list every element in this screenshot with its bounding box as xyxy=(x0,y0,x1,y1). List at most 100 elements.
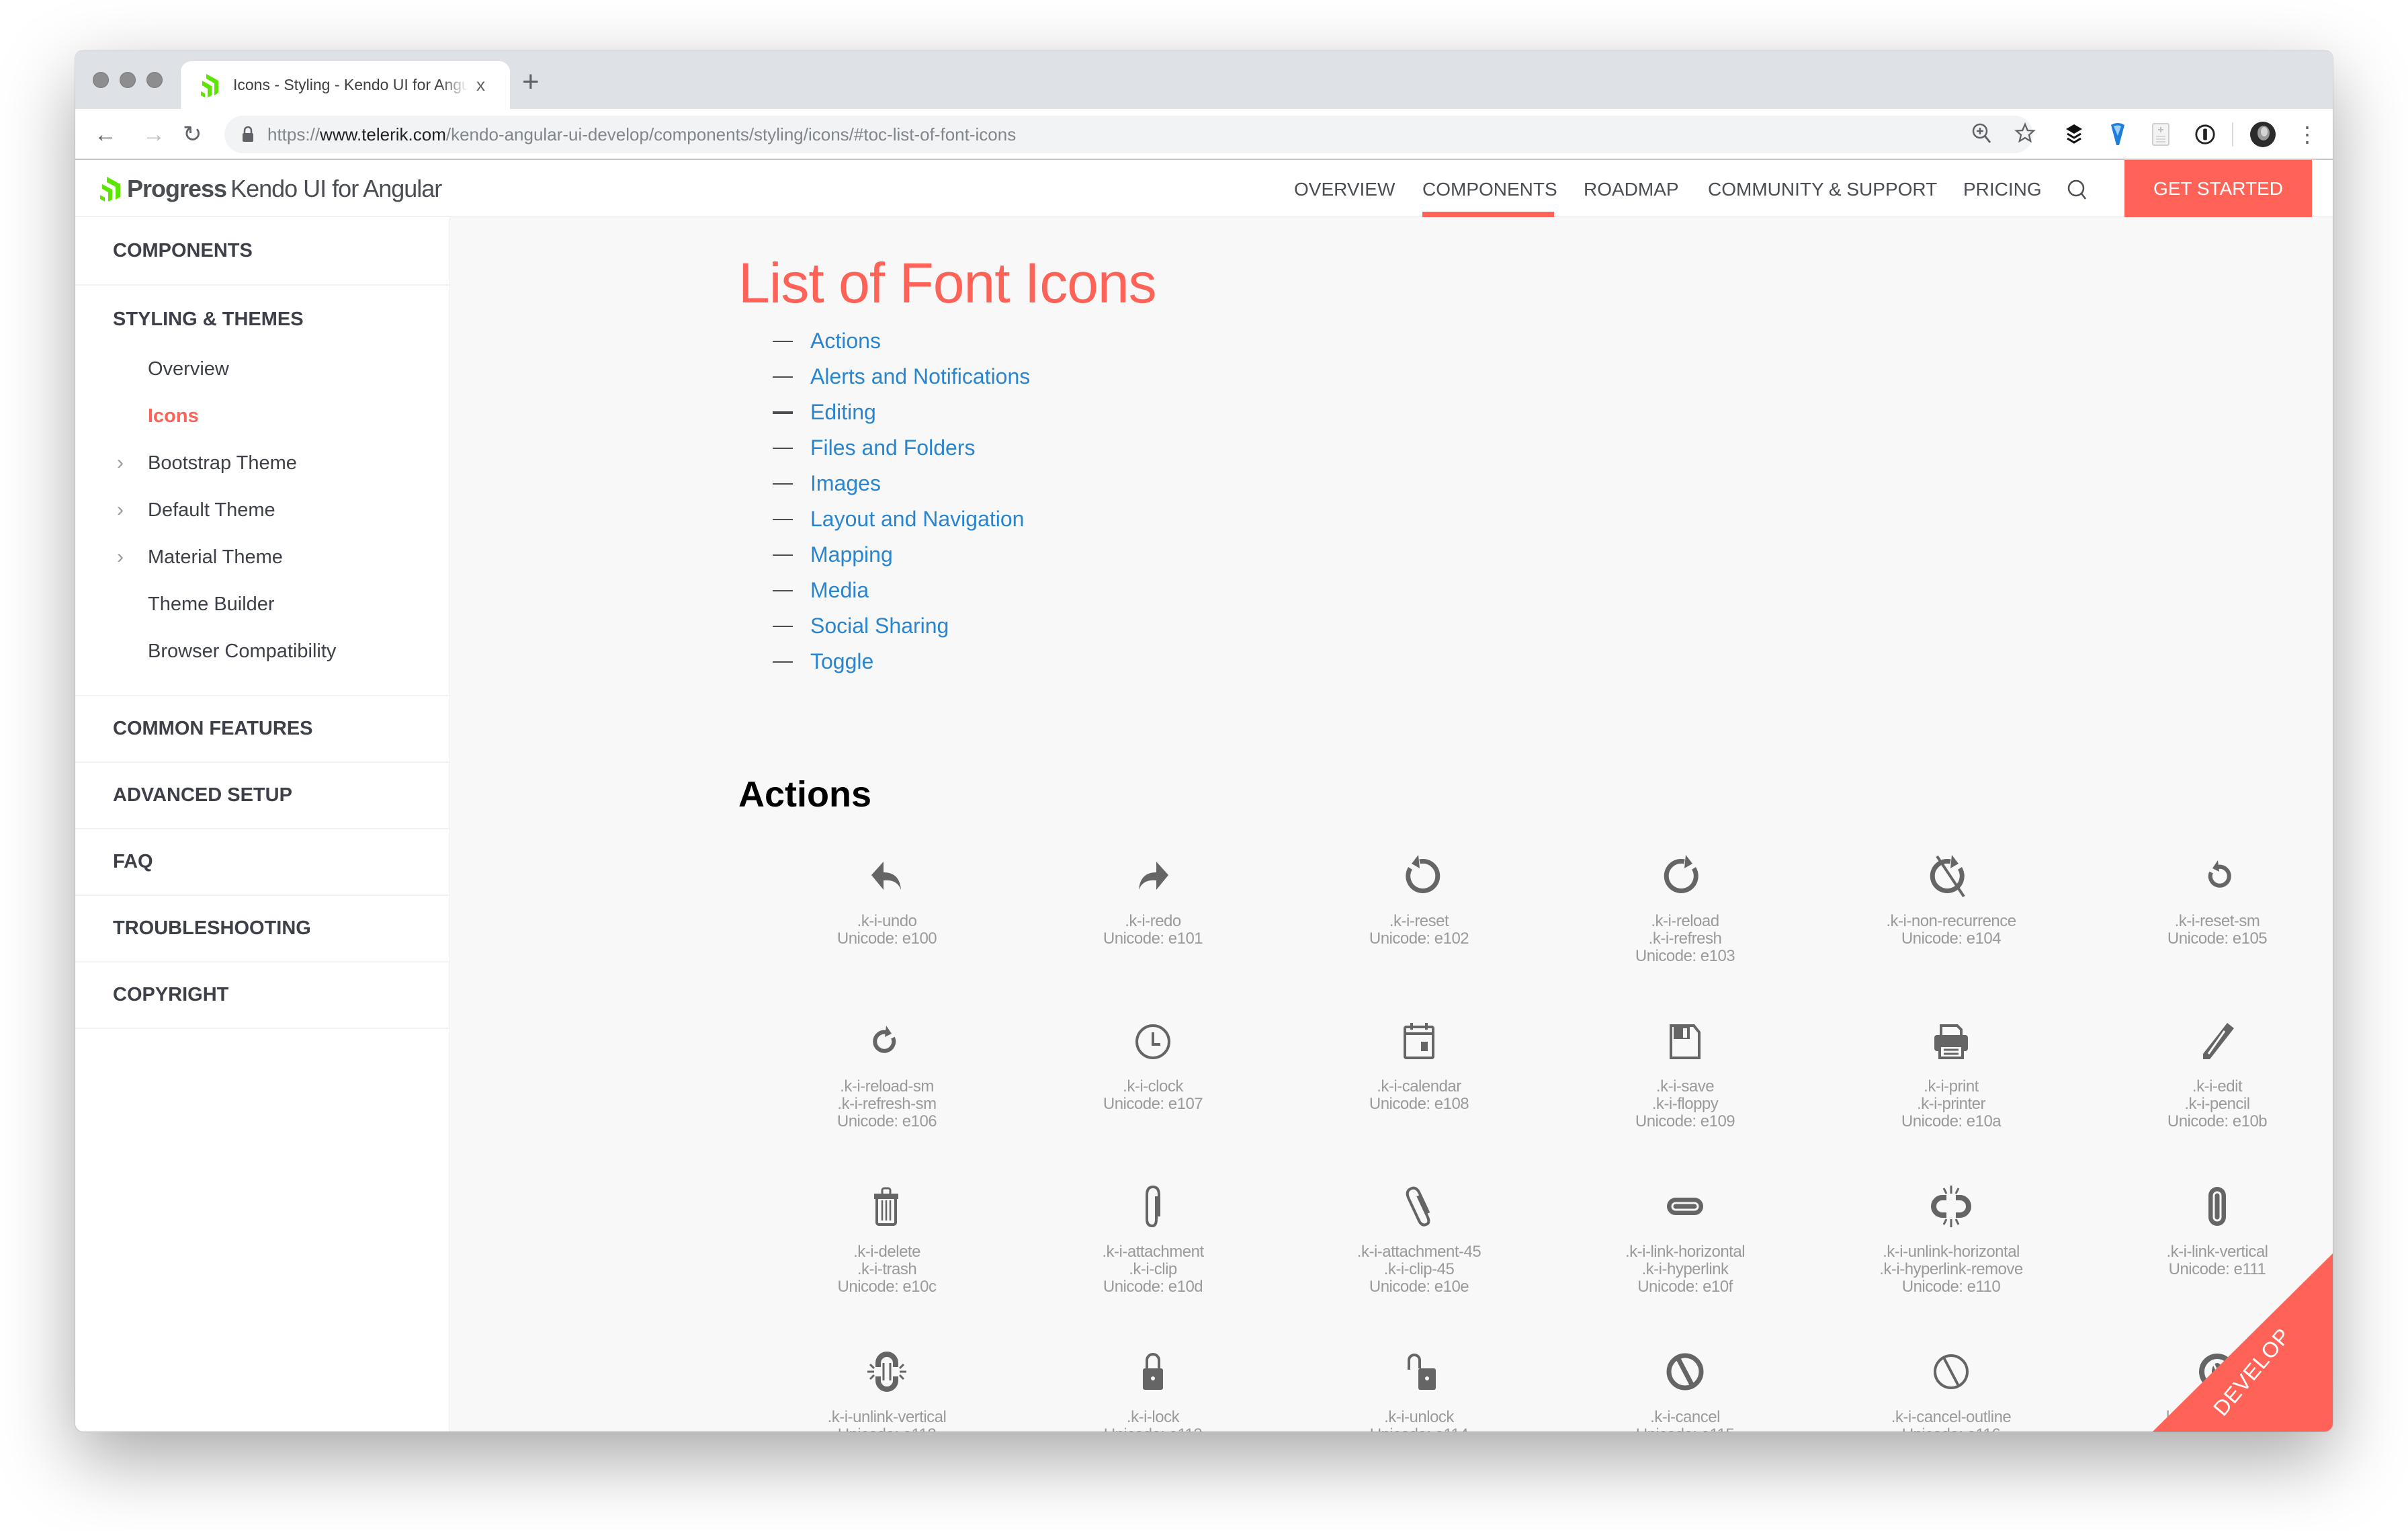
icon-label: .k-i-delete .k-i-trash Unicode: e10c xyxy=(838,1243,937,1296)
icon-cell-save[interactable]: .k-i-save .k-i-floppy Unicode: e109 xyxy=(1552,1018,1818,1183)
icon-cell-unlink-vertical[interactable]: .k-i-unlink-verticalUnicode: e112 xyxy=(754,1348,1020,1432)
toc-link[interactable]: Editing xyxy=(810,400,876,425)
cancel-outline-icon xyxy=(1934,1354,1969,1389)
icon-class-name: .k-i-unlink-vertical xyxy=(827,1408,947,1426)
toc-link[interactable]: Files and Folders xyxy=(810,436,975,460)
toc-link[interactable]: Images xyxy=(810,471,881,496)
icon-label: .k-i-reload .k-i-refresh Unicode: e103 xyxy=(1635,913,1735,965)
icon-cell-attachment-45[interactable]: .k-i-attachment-45 .k-i-clip-45 Unicode: e… xyxy=(1286,1183,1552,1348)
sidebar: COMPONENTS STYLING & THEMES Overview Ico… xyxy=(75,217,450,1432)
back-arrow-icon[interactable]: ← xyxy=(94,121,117,148)
attachment-45-icon xyxy=(1406,1186,1430,1227)
sidebar-item-theme-builder[interactable]: Theme Builder xyxy=(75,581,449,628)
icon-cell-reset[interactable]: .k-i-reset Unicode: e102 xyxy=(1286,852,1552,1018)
toc-item: Toggle xyxy=(773,644,1030,679)
toc-link[interactable]: Layout and Navigation xyxy=(810,507,1024,532)
sidebar-item-label: Browser Compatibility xyxy=(148,640,337,662)
address-bar[interactable]: https://www.telerik.com/kendo-angular-ui… xyxy=(224,116,2036,153)
reset-sm-icon xyxy=(2208,860,2231,888)
icon-cell-edit[interactable]: .k-i-edit .k-i-pencil Unicode: e10b xyxy=(2084,1018,2333,1183)
icon-cell-reload-sm[interactable]: .k-i-reload-sm .k-i-refresh-sm Unicode: e1… xyxy=(754,1018,1020,1183)
icon-cell-link-horizontal[interactable]: .k-i-link-horizontal .k-i-hyperlink Unicod… xyxy=(1552,1183,1818,1348)
toc-link[interactable]: Media xyxy=(810,578,869,603)
icon-cell-redo[interactable]: .k-i-redo Unicode: e101 xyxy=(1020,852,1286,1018)
icon-cell-print[interactable]: .k-i-print .k-i-printer Unicode: e10a xyxy=(1818,1018,2084,1183)
topnav-community-support[interactable]: COMMUNITY & SUPPORT xyxy=(1708,179,1937,200)
icon-cell-clock[interactable]: .k-i-clock Unicode: e107 xyxy=(1020,1018,1286,1183)
document-extension-icon[interactable] xyxy=(2147,121,2174,148)
toc-item: Alerts and Notifications xyxy=(773,359,1030,395)
toc-item: Actions xyxy=(773,323,1030,359)
icon-cell-lock[interactable]: .k-i-lockUnicode: e113 xyxy=(1020,1348,1286,1432)
1password-extension-icon[interactable] xyxy=(2192,121,2219,148)
active-nav-indicator xyxy=(1422,212,1554,217)
sidebar-item-default-theme[interactable]: › Default Theme xyxy=(75,487,449,534)
profile-avatar[interactable] xyxy=(2249,121,2276,148)
toc-link[interactable]: Social Sharing xyxy=(810,614,949,638)
maximize-window-button[interactable] xyxy=(146,72,163,88)
icon-cell-undo[interactable]: .k-i-undo Unicode: e100 xyxy=(754,852,1020,1018)
icon-cell-delete[interactable]: .k-i-delete .k-i-trash Unicode: e10c xyxy=(754,1183,1020,1348)
minimize-window-button[interactable] xyxy=(120,72,136,88)
icon-cell-reload[interactable]: .k-i-reload .k-i-refresh Unicode: e103 xyxy=(1552,852,1818,1018)
icon-cell-unlink-horizontal[interactable]: .k-i-unlink-horizontal .k-i-hyperlink-rem… xyxy=(1818,1183,2084,1348)
icon-cell-calendar[interactable]: .k-i-calendar Unicode: e108 xyxy=(1286,1018,1552,1183)
zoom-icon[interactable] xyxy=(1971,122,1991,145)
chevron-right-icon[interactable]: › xyxy=(117,440,124,487)
sidebar-item-components[interactable]: COMPONENTS xyxy=(75,240,253,262)
icon-cell-cancel[interactable]: .k-i-cancelUnicode: e115 xyxy=(1552,1348,1818,1432)
sidebar-item-common-features[interactable]: COMMON FEATURES xyxy=(75,718,313,740)
get-started-button[interactable]: GET STARTED xyxy=(2124,160,2312,217)
toc-link[interactable]: Alerts and Notifications xyxy=(810,364,1030,389)
tab-close-icon[interactable]: x xyxy=(476,75,485,95)
bookmark-star-icon[interactable] xyxy=(2014,122,2036,144)
topnav-pricing[interactable]: PRICING xyxy=(1963,179,2042,200)
browser-menu-icon[interactable]: ⋮ xyxy=(2296,121,2318,148)
icon-class-name: .k-i-non-recurrence xyxy=(1886,912,2016,930)
toc-link[interactable]: Mapping xyxy=(810,542,893,567)
sidebar-item-advanced-setup[interactable]: ADVANCED SETUP xyxy=(75,784,292,806)
icon-cell-reset-sm[interactable]: .k-i-reset-sm Unicode: e105 xyxy=(2084,852,2333,1018)
toc-item: Images xyxy=(773,466,1030,501)
toc-link[interactable]: Actions xyxy=(810,329,881,354)
sidebar-item-faq[interactable]: FAQ xyxy=(75,851,153,873)
search-icon[interactable] xyxy=(2067,179,2088,202)
link-vertical-icon xyxy=(2208,1187,2226,1226)
sidebar-item-icons[interactable]: Icons xyxy=(75,392,449,440)
cancel-icon xyxy=(1666,1353,1704,1391)
topnav-overview[interactable]: OVERVIEW xyxy=(1294,179,1395,200)
icon-unicode: Unicode: e10b xyxy=(2167,1112,2268,1130)
icon-cell-unlock[interactable]: .k-i-unlockUnicode: e114 xyxy=(1286,1348,1552,1432)
icon-cell-attachment[interactable]: .k-i-attachment .k-i-clip Unicode: e10d xyxy=(1020,1183,1286,1348)
toc-item: Social Sharing xyxy=(773,608,1030,644)
topnav-roadmap[interactable]: ROADMAP xyxy=(1584,179,1679,200)
chevron-right-icon[interactable]: › xyxy=(117,534,124,581)
sidebar-item-troubleshooting[interactable]: TROUBLESHOOTING xyxy=(75,917,311,940)
sidebar-item-material-theme[interactable]: › Material Theme xyxy=(75,534,449,581)
chevron-right-icon[interactable]: › xyxy=(117,487,124,534)
link-horizontal-icon xyxy=(1667,1198,1703,1215)
icon-cell-non-recurrence[interactable]: .k-i-non-recurrence Unicode: e104 xyxy=(1818,852,2084,1018)
toc-dash-icon xyxy=(773,411,793,414)
sidebar-item-styling-themes[interactable]: STYLING & THEMES xyxy=(75,308,449,331)
pin-extension-icon[interactable] xyxy=(2104,121,2131,148)
browser-tab-active[interactable]: Icons - Styling - Kendo UI for Angular x xyxy=(181,61,510,109)
toc-link[interactable]: Toggle xyxy=(810,649,873,674)
sidebar-item-copyright[interactable]: COPYRIGHT xyxy=(75,984,228,1006)
site-logo[interactable]: Progress Kendo UI for Angular xyxy=(99,175,442,203)
icon-class-name: .k-i-attachment xyxy=(1102,1243,1204,1261)
icon-cell-cancel-outline[interactable]: .k-i-cancel-outlineUnicode: e116 xyxy=(1818,1348,2084,1432)
buffer-extension-icon[interactable] xyxy=(2061,121,2088,148)
reload-icon[interactable]: ↻ xyxy=(183,121,202,148)
icon-class-name: .k-i-undo xyxy=(857,912,917,930)
topnav-components[interactable]: COMPONENTS xyxy=(1422,179,1557,200)
new-tab-button[interactable]: + xyxy=(522,65,540,99)
unlink-horizontal-icon xyxy=(1931,1186,1971,1227)
sidebar-item-bootstrap-theme[interactable]: › Bootstrap Theme xyxy=(75,440,449,487)
forward-arrow-icon[interactable]: → xyxy=(142,121,165,148)
sidebar-item-browser-compatibility[interactable]: Browser Compatibility xyxy=(75,628,449,675)
sidebar-item-label: Material Theme xyxy=(148,546,283,568)
lock-icon xyxy=(243,126,253,142)
sidebar-item-overview[interactable]: Overview xyxy=(75,345,449,392)
close-window-button[interactable] xyxy=(93,72,109,88)
